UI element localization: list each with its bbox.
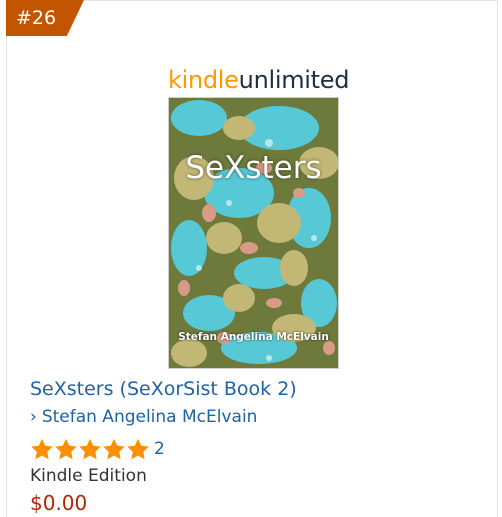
star-rating[interactable] [30, 438, 150, 461]
rating-row: 2 [30, 437, 165, 461]
star-icon [103, 438, 125, 459]
chevron-right-icon: › [30, 407, 37, 427]
star-icon [55, 438, 77, 459]
price: $0.00 [30, 491, 88, 515]
review-count-link[interactable]: 2 [154, 439, 165, 459]
kindle-unlimited-logo: kindleunlimited [168, 66, 349, 94]
author-name: Stefan Angelina McElvain [41, 407, 258, 427]
cover-title-text: SeXsters [185, 150, 322, 186]
cover-author-text: Stefan Angelina McElvain [178, 331, 329, 343]
star-icon [127, 438, 149, 459]
star-icon [79, 438, 101, 459]
format-label: Kindle Edition [30, 466, 147, 486]
book-cover-image[interactable]: SeXsters Stefan Angelina McElvain [168, 97, 339, 369]
star-icon [31, 438, 53, 459]
ku-logo-unlimited: unlimited [238, 66, 350, 94]
ku-logo-kindle: kindle [168, 66, 239, 94]
product-title-link[interactable]: SeXsters (SeXorSist Book 2) [30, 378, 297, 400]
author-link[interactable]: › Stefan Angelina McElvain [30, 407, 257, 427]
marbled-cover-art [169, 98, 338, 368]
